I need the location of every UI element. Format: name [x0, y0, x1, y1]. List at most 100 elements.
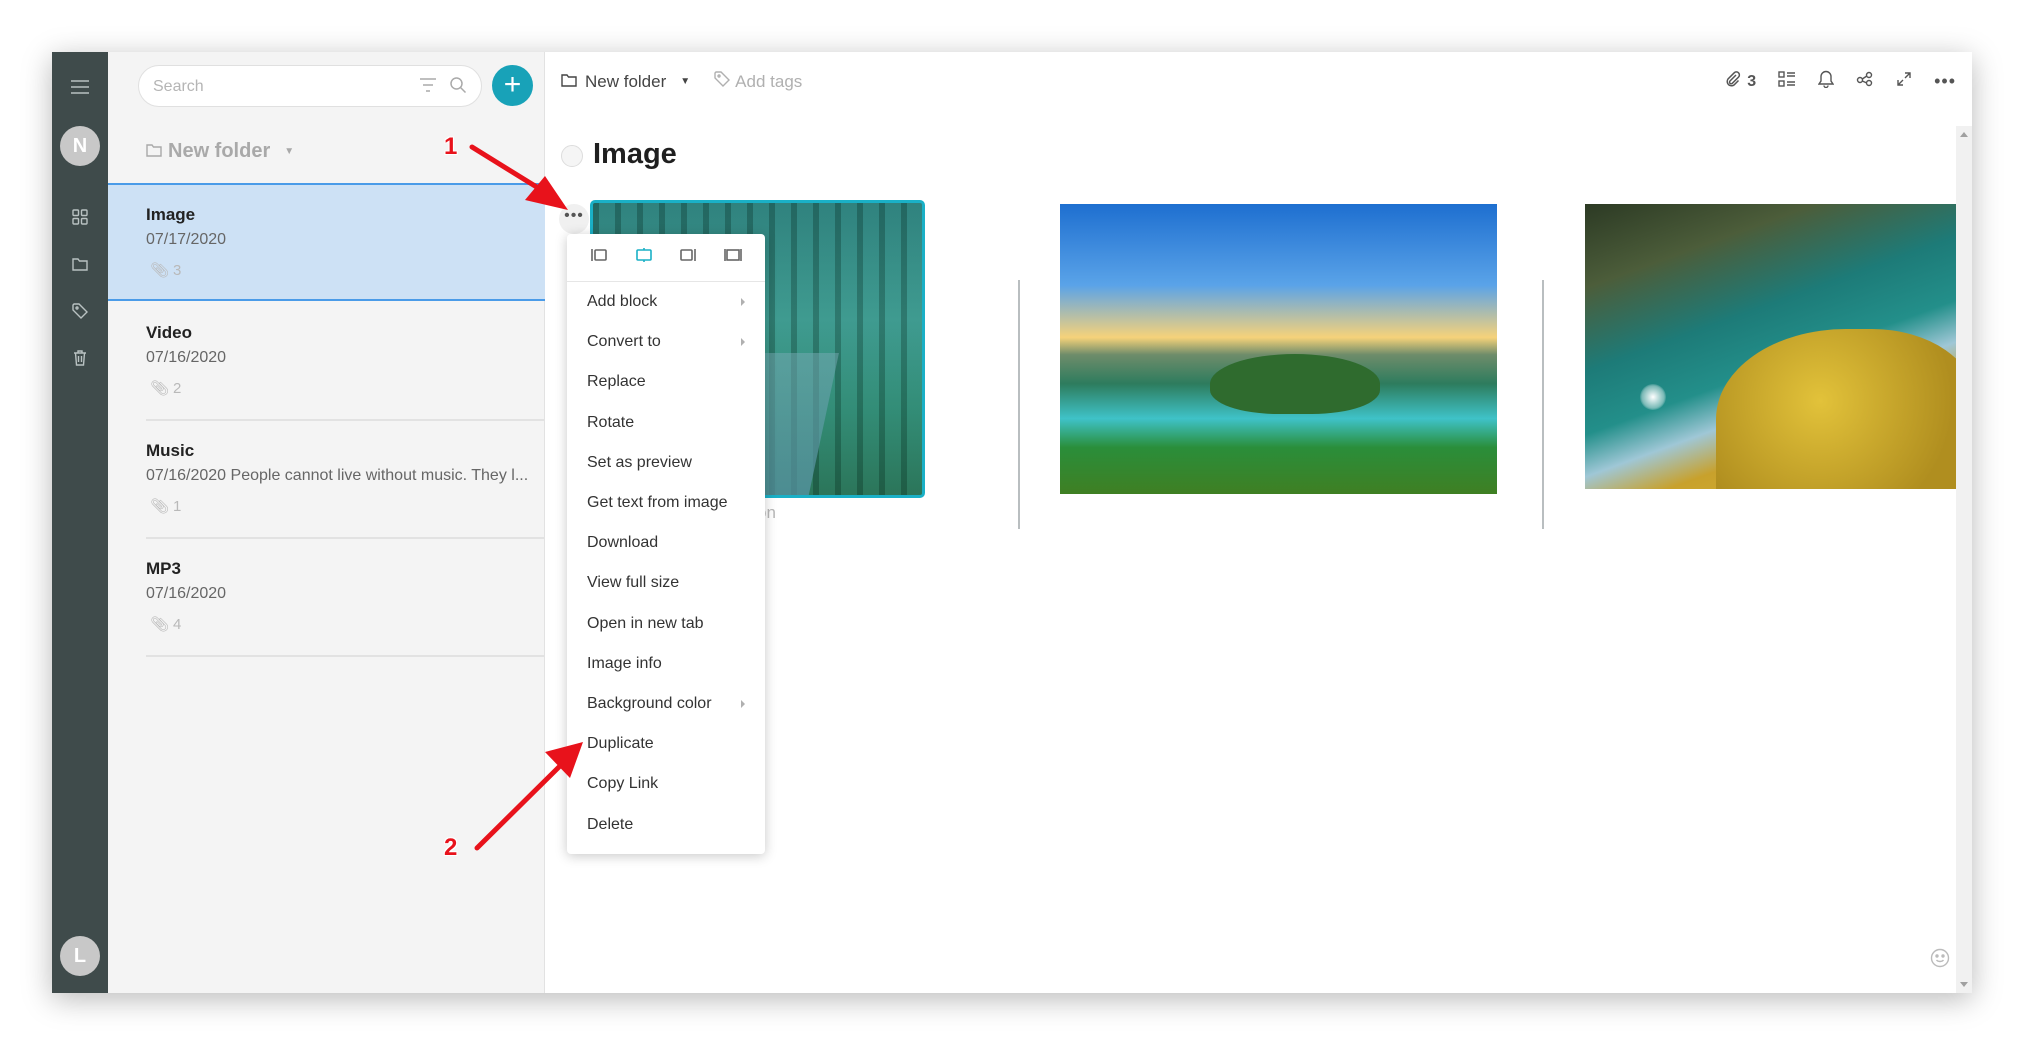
search-icon[interactable] [449, 76, 467, 99]
attachments-button[interactable]: 3 [1725, 71, 1756, 92]
sun-glare [1640, 384, 1666, 410]
image-block-mountain-lake[interactable] [1585, 204, 1956, 489]
menu-item-label: Rotate [587, 413, 635, 431]
full-width-icon[interactable] [723, 247, 742, 268]
note-meta: 07/16/2020 [146, 349, 227, 366]
nav-rail: N L [52, 52, 108, 993]
bell-icon[interactable] [1817, 70, 1835, 93]
account-avatar[interactable]: L [60, 936, 100, 976]
paperclip-icon: 📎︎ [150, 616, 170, 633]
note-item[interactable]: MP3 07/16/2020 📎︎ 4 [108, 539, 545, 657]
app-window: N L + New folder [52, 52, 1972, 993]
menu-item-label: Open in new tab [587, 614, 704, 632]
submenu-arrow-icon [741, 298, 745, 307]
paperclip-icon: 📎︎ [150, 380, 170, 397]
menu-item-set-as-preview[interactable]: Set as preview [567, 443, 765, 483]
submenu-arrow-icon [741, 699, 745, 708]
menu-item-add-block[interactable]: Add block [567, 282, 765, 322]
annotation-step-2: 2 [444, 834, 458, 861]
note-item[interactable]: Image 07/17/2020 📎︎ 3 [108, 183, 545, 301]
search-input[interactable] [153, 75, 403, 99]
editor-toolbar: 3 ••• [1725, 70, 1956, 93]
column-divider[interactable] [1018, 280, 1020, 529]
menu-item-label: Get text from image [587, 494, 728, 512]
menu-item-label: View full size [587, 574, 680, 592]
submenu-arrow-icon [741, 338, 745, 347]
folder-icon[interactable] [52, 250, 108, 278]
annotation-step-1: 1 [444, 133, 458, 160]
note-title: Image [146, 205, 196, 224]
folder-icon [561, 72, 577, 92]
attachment-count-value: 3 [173, 261, 182, 279]
yellow-bush [1716, 329, 1956, 489]
menu-item-replace[interactable]: Replace [567, 362, 765, 402]
trash-icon[interactable] [52, 344, 108, 372]
note-item[interactable]: Music 07/16/2020 People cannot live with… [108, 421, 545, 539]
outline-icon[interactable] [1778, 71, 1796, 92]
menu-item-rotate[interactable]: Rotate [567, 403, 765, 443]
menu-item-delete[interactable]: Delete [567, 804, 765, 844]
menu-item-download[interactable]: Download [567, 523, 765, 563]
attachment-count-value: 2 [173, 379, 182, 397]
tag-icon [714, 71, 731, 92]
attachment-count: 3 [1747, 72, 1757, 90]
alignment-options [567, 234, 765, 282]
paperclip-icon: 📎︎ [150, 498, 170, 515]
add-note-button[interactable]: + [492, 65, 533, 106]
document-title[interactable]: Image [593, 138, 677, 171]
column-divider[interactable] [1542, 280, 1544, 529]
menu-item-copy-link[interactable]: Copy Link [567, 764, 765, 804]
folder-header[interactable]: New folder ▼ [146, 140, 294, 163]
block-more-button[interactable]: ••• [559, 204, 589, 234]
user-avatar[interactable]: N [60, 126, 100, 166]
menu-icon[interactable] [52, 73, 108, 101]
menu-item-label: Replace [587, 373, 646, 391]
image-context-menu: Add block Convert to Replace Rotate Set … [567, 234, 765, 854]
menu-item-open-in-new-tab[interactable]: Open in new tab [567, 604, 765, 644]
menu-item-background-color[interactable]: Background color [567, 684, 765, 724]
menu-item-image-info[interactable]: Image info [567, 644, 765, 684]
align-center-icon[interactable] [635, 247, 653, 268]
add-tags-label: Add tags [735, 71, 803, 91]
add-tags-button[interactable]: Add tags [714, 71, 802, 92]
note-title: Video [146, 323, 192, 342]
attachment-count-value: 4 [173, 615, 182, 633]
align-right-icon[interactable] [679, 247, 697, 268]
scroll-up-icon[interactable] [1960, 132, 1968, 137]
menu-item-label: Copy Link [587, 775, 659, 793]
expand-icon[interactable] [1896, 71, 1912, 92]
filter-icon[interactable] [419, 77, 437, 98]
scrollbar[interactable] [1956, 126, 1972, 993]
island-shape [1210, 354, 1380, 414]
breadcrumb: New folder ▼ Add tags [561, 71, 802, 92]
scroll-down-icon[interactable] [1960, 982, 1968, 987]
more-icon[interactable]: ••• [1934, 71, 1956, 92]
caret-down-icon[interactable]: ▼ [680, 76, 690, 87]
breadcrumb-folder[interactable]: New folder [585, 72, 666, 92]
paperclip-icon [1725, 71, 1741, 92]
menu-item-view-full-size[interactable]: View full size [567, 563, 765, 603]
menu-item-label: Convert to [587, 333, 661, 351]
image-block-lake-sunrise[interactable] [1060, 204, 1497, 494]
attachment-count: 📎︎ 1 [150, 497, 181, 516]
menu-item-label: Delete [587, 815, 634, 833]
emoji-icon[interactable] [1930, 948, 1950, 973]
menu-item-label: Duplicate [587, 735, 654, 753]
menu-item-label: Image info [587, 654, 662, 672]
note-item[interactable]: Video 07/16/2020 📎︎ 2 [108, 303, 545, 421]
note-meta: 07/17/2020 [146, 231, 227, 248]
share-icon[interactable] [1856, 71, 1874, 92]
menu-item-convert-to[interactable]: Convert to [567, 322, 765, 362]
note-title: MP3 [146, 559, 181, 578]
grid-icon[interactable] [52, 203, 108, 231]
note-title: Music [146, 441, 195, 460]
menu-item-label: Background color [587, 694, 712, 712]
tag-icon[interactable] [52, 297, 108, 325]
todo-checkbox[interactable] [561, 145, 583, 167]
menu-item-duplicate[interactable]: Duplicate [567, 724, 765, 764]
search-box[interactable] [138, 65, 482, 107]
paperclip-icon: 📎︎ [150, 262, 170, 279]
menu-item-get-text-from-image[interactable]: Get text from image [567, 483, 765, 523]
divider [146, 655, 545, 657]
align-left-icon[interactable] [590, 247, 608, 268]
